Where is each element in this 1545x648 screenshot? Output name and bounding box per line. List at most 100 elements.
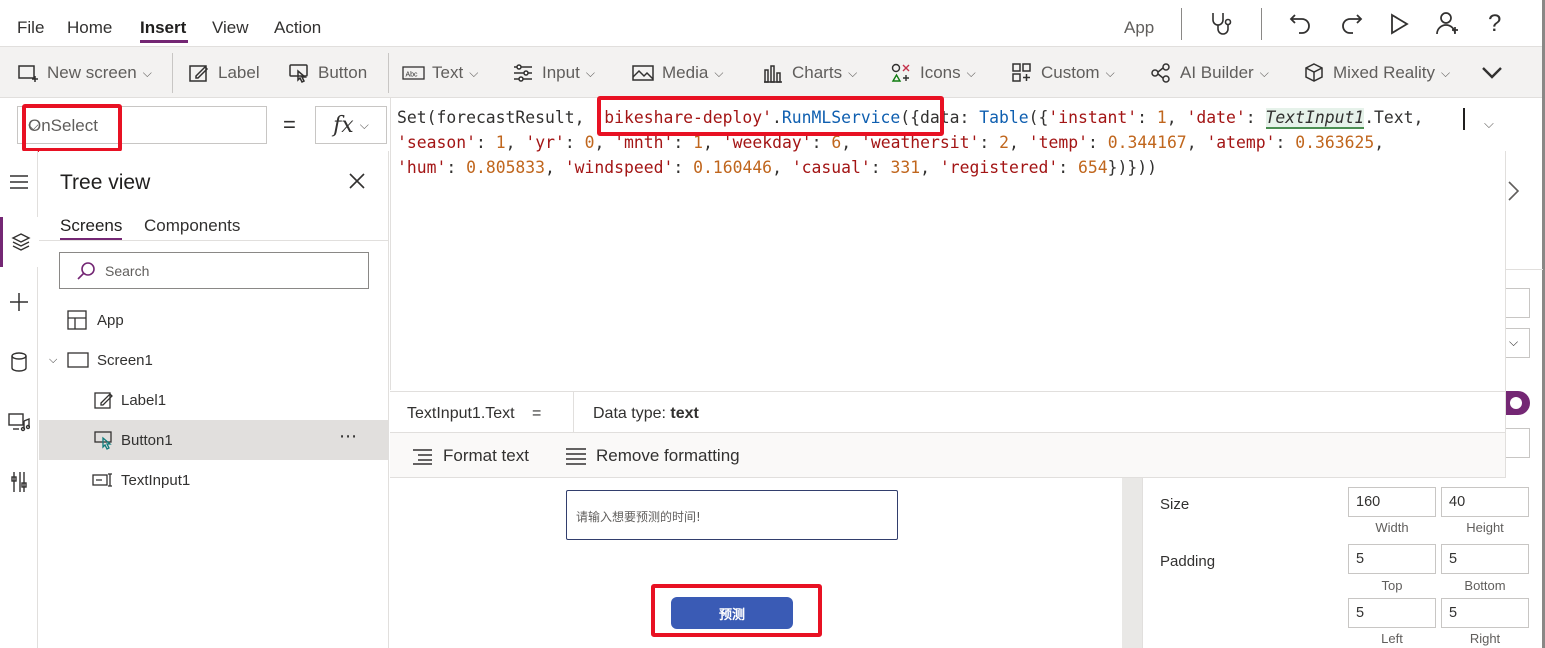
format-text-button[interactable]: Format text [412, 446, 529, 466]
formula-token: : [870, 158, 891, 177]
search-input[interactable]: Search [105, 263, 149, 279]
icons-shapes-icon [890, 62, 912, 84]
highlight-box-property [22, 104, 122, 152]
equals-sign: = [283, 112, 296, 137]
menu-insert[interactable]: Insert [140, 18, 186, 38]
menu-file[interactable]: File [17, 18, 44, 38]
property-field[interactable] [1506, 428, 1530, 458]
redo-icon[interactable] [1338, 10, 1364, 36]
hamburger-menu-icon[interactable] [0, 157, 38, 207]
text-button[interactable]: Abc Text ⌵ [402, 47, 478, 99]
fx-function-button[interactable]: fx ⌵ [315, 106, 387, 144]
padding-right-input[interactable]: 5 [1441, 598, 1529, 628]
property-dropdown-stub[interactable]: ⌵ [1506, 328, 1530, 358]
highlight-box-service [597, 96, 944, 136]
text-input-icon [92, 472, 114, 488]
canvas-text-input[interactable]: 请输入想要预测的时间! [566, 490, 898, 540]
insert-ribbon: New screen ⌵ Label Button Abc Text ⌵ Input… [0, 46, 1542, 98]
advanced-tools-icon[interactable] [0, 457, 38, 507]
media-devices-icon[interactable] [0, 397, 38, 447]
undo-icon[interactable] [1288, 10, 1314, 36]
play-preview-icon[interactable] [1388, 12, 1410, 36]
tab-screens[interactable]: Screens [60, 216, 122, 236]
custom-button[interactable]: Custom ⌵ [1011, 47, 1115, 99]
tab-components[interactable]: Components [144, 216, 240, 236]
menu-home[interactable]: Home [67, 18, 112, 38]
strip-divider [573, 392, 574, 434]
mixed-reality-cube-icon [1303, 62, 1325, 84]
formula-token: : [673, 158, 694, 177]
text-label: Text [432, 63, 464, 82]
formula-token: : [564, 133, 585, 152]
tree-search-box[interactable]: Search [59, 252, 369, 289]
mixed-reality-button[interactable]: Mixed Reality ⌵ [1303, 47, 1450, 99]
padding-bottom-input[interactable]: 5 [1441, 544, 1529, 574]
label-button[interactable]: Label [188, 47, 260, 99]
formula-number-token: 2 [999, 133, 1010, 152]
tree-item-label: Screen1 [97, 351, 153, 369]
remove-formatting-button[interactable]: Remove formatting [566, 446, 740, 466]
menu-view[interactable]: View [212, 18, 249, 38]
charts-label: Charts [792, 63, 843, 82]
ribbon-expand-chevron-icon[interactable] [1480, 63, 1504, 83]
icons-button[interactable]: Icons ⌵ [890, 47, 976, 99]
app-checker-label[interactable]: App [1124, 18, 1154, 38]
tree-item-label: TextInput1 [121, 471, 191, 489]
button-button[interactable]: Button [288, 47, 367, 99]
tree-item-label1[interactable]: Label1 [39, 380, 389, 420]
padding-top-input[interactable]: 5 [1348, 544, 1436, 574]
formula-token: : [1137, 108, 1157, 127]
search-icon [77, 261, 96, 280]
tree-item-app[interactable]: App [39, 300, 389, 340]
formula-expand-chevron-icon[interactable]: ⌵ [1484, 116, 1494, 132]
formula-token: : [1058, 158, 1079, 177]
media-button[interactable]: Media ⌵ [632, 47, 723, 99]
data-cylinder-icon[interactable] [0, 337, 38, 387]
button-click-icon [288, 62, 310, 84]
tree-item-textinput1[interactable]: TextInput1 [39, 460, 389, 500]
result-expression: TextInput1.Text [407, 405, 515, 422]
result-equals: = [532, 405, 542, 422]
expand-chevron-down-icon[interactable]: ⌵ [49, 354, 63, 367]
tree-view-layers-icon[interactable] [0, 217, 38, 267]
tab-divider [39, 240, 389, 241]
formula-string-token: 'atemp' [1206, 133, 1276, 152]
padding-left-input[interactable]: 5 [1348, 598, 1436, 628]
format-text-icon [412, 447, 434, 465]
chevron-down-icon: ⌵ [585, 65, 595, 80]
toggle-switch[interactable] [1506, 391, 1530, 415]
close-icon[interactable] [347, 171, 367, 191]
menu-action[interactable]: Action [274, 18, 321, 38]
tree-view-title: Tree view [60, 171, 151, 194]
tree-item-label: App [97, 311, 124, 329]
new-screen-button[interactable]: New screen ⌵ [17, 47, 152, 99]
ai-builder-icon [1150, 62, 1172, 84]
tree-item-screen1[interactable]: ⌵ Screen1 [39, 340, 389, 380]
charts-button[interactable]: Charts ⌵ [762, 47, 857, 99]
user-add-icon[interactable] [1434, 10, 1462, 38]
insert-plus-icon[interactable] [0, 277, 38, 327]
chevron-down-icon: ⌵ [966, 65, 976, 80]
data-type-value: text [670, 405, 699, 422]
tree-item-button1[interactable]: Button1 ⋯ [39, 420, 389, 460]
height-input[interactable]: 40 [1441, 487, 1529, 517]
svg-text:Abc: Abc [406, 72, 419, 79]
button-click-icon [94, 430, 114, 450]
properties-panel: Size 160 Width 40 Height Padding 5 Top 5… [1142, 478, 1542, 648]
screen-icon [67, 351, 89, 369]
stethoscope-icon[interactable] [1208, 10, 1236, 38]
property-field[interactable] [1506, 288, 1530, 318]
menu-divider [1261, 8, 1262, 40]
more-options-icon[interactable]: ⋯ [339, 426, 357, 447]
input-button[interactable]: Input ⌵ [512, 47, 595, 99]
padding-top-caption: Top [1381, 578, 1403, 593]
chevron-right-icon[interactable] [1506, 180, 1520, 202]
tree-item-label: Label1 [121, 391, 167, 409]
help-question-icon[interactable]: ? [1488, 10, 1501, 38]
formula-format-toolbar: Format text Remove formatting [390, 433, 1505, 478]
formula-token: , [920, 158, 940, 177]
formula-editor[interactable]: Set(forecastResult, 'bikeshare-deploy'.R… [390, 98, 1505, 390]
ai-builder-button[interactable]: AI Builder ⌵ [1150, 47, 1269, 99]
fx-icon: fx [333, 112, 354, 138]
width-input[interactable]: 160 [1348, 487, 1436, 517]
